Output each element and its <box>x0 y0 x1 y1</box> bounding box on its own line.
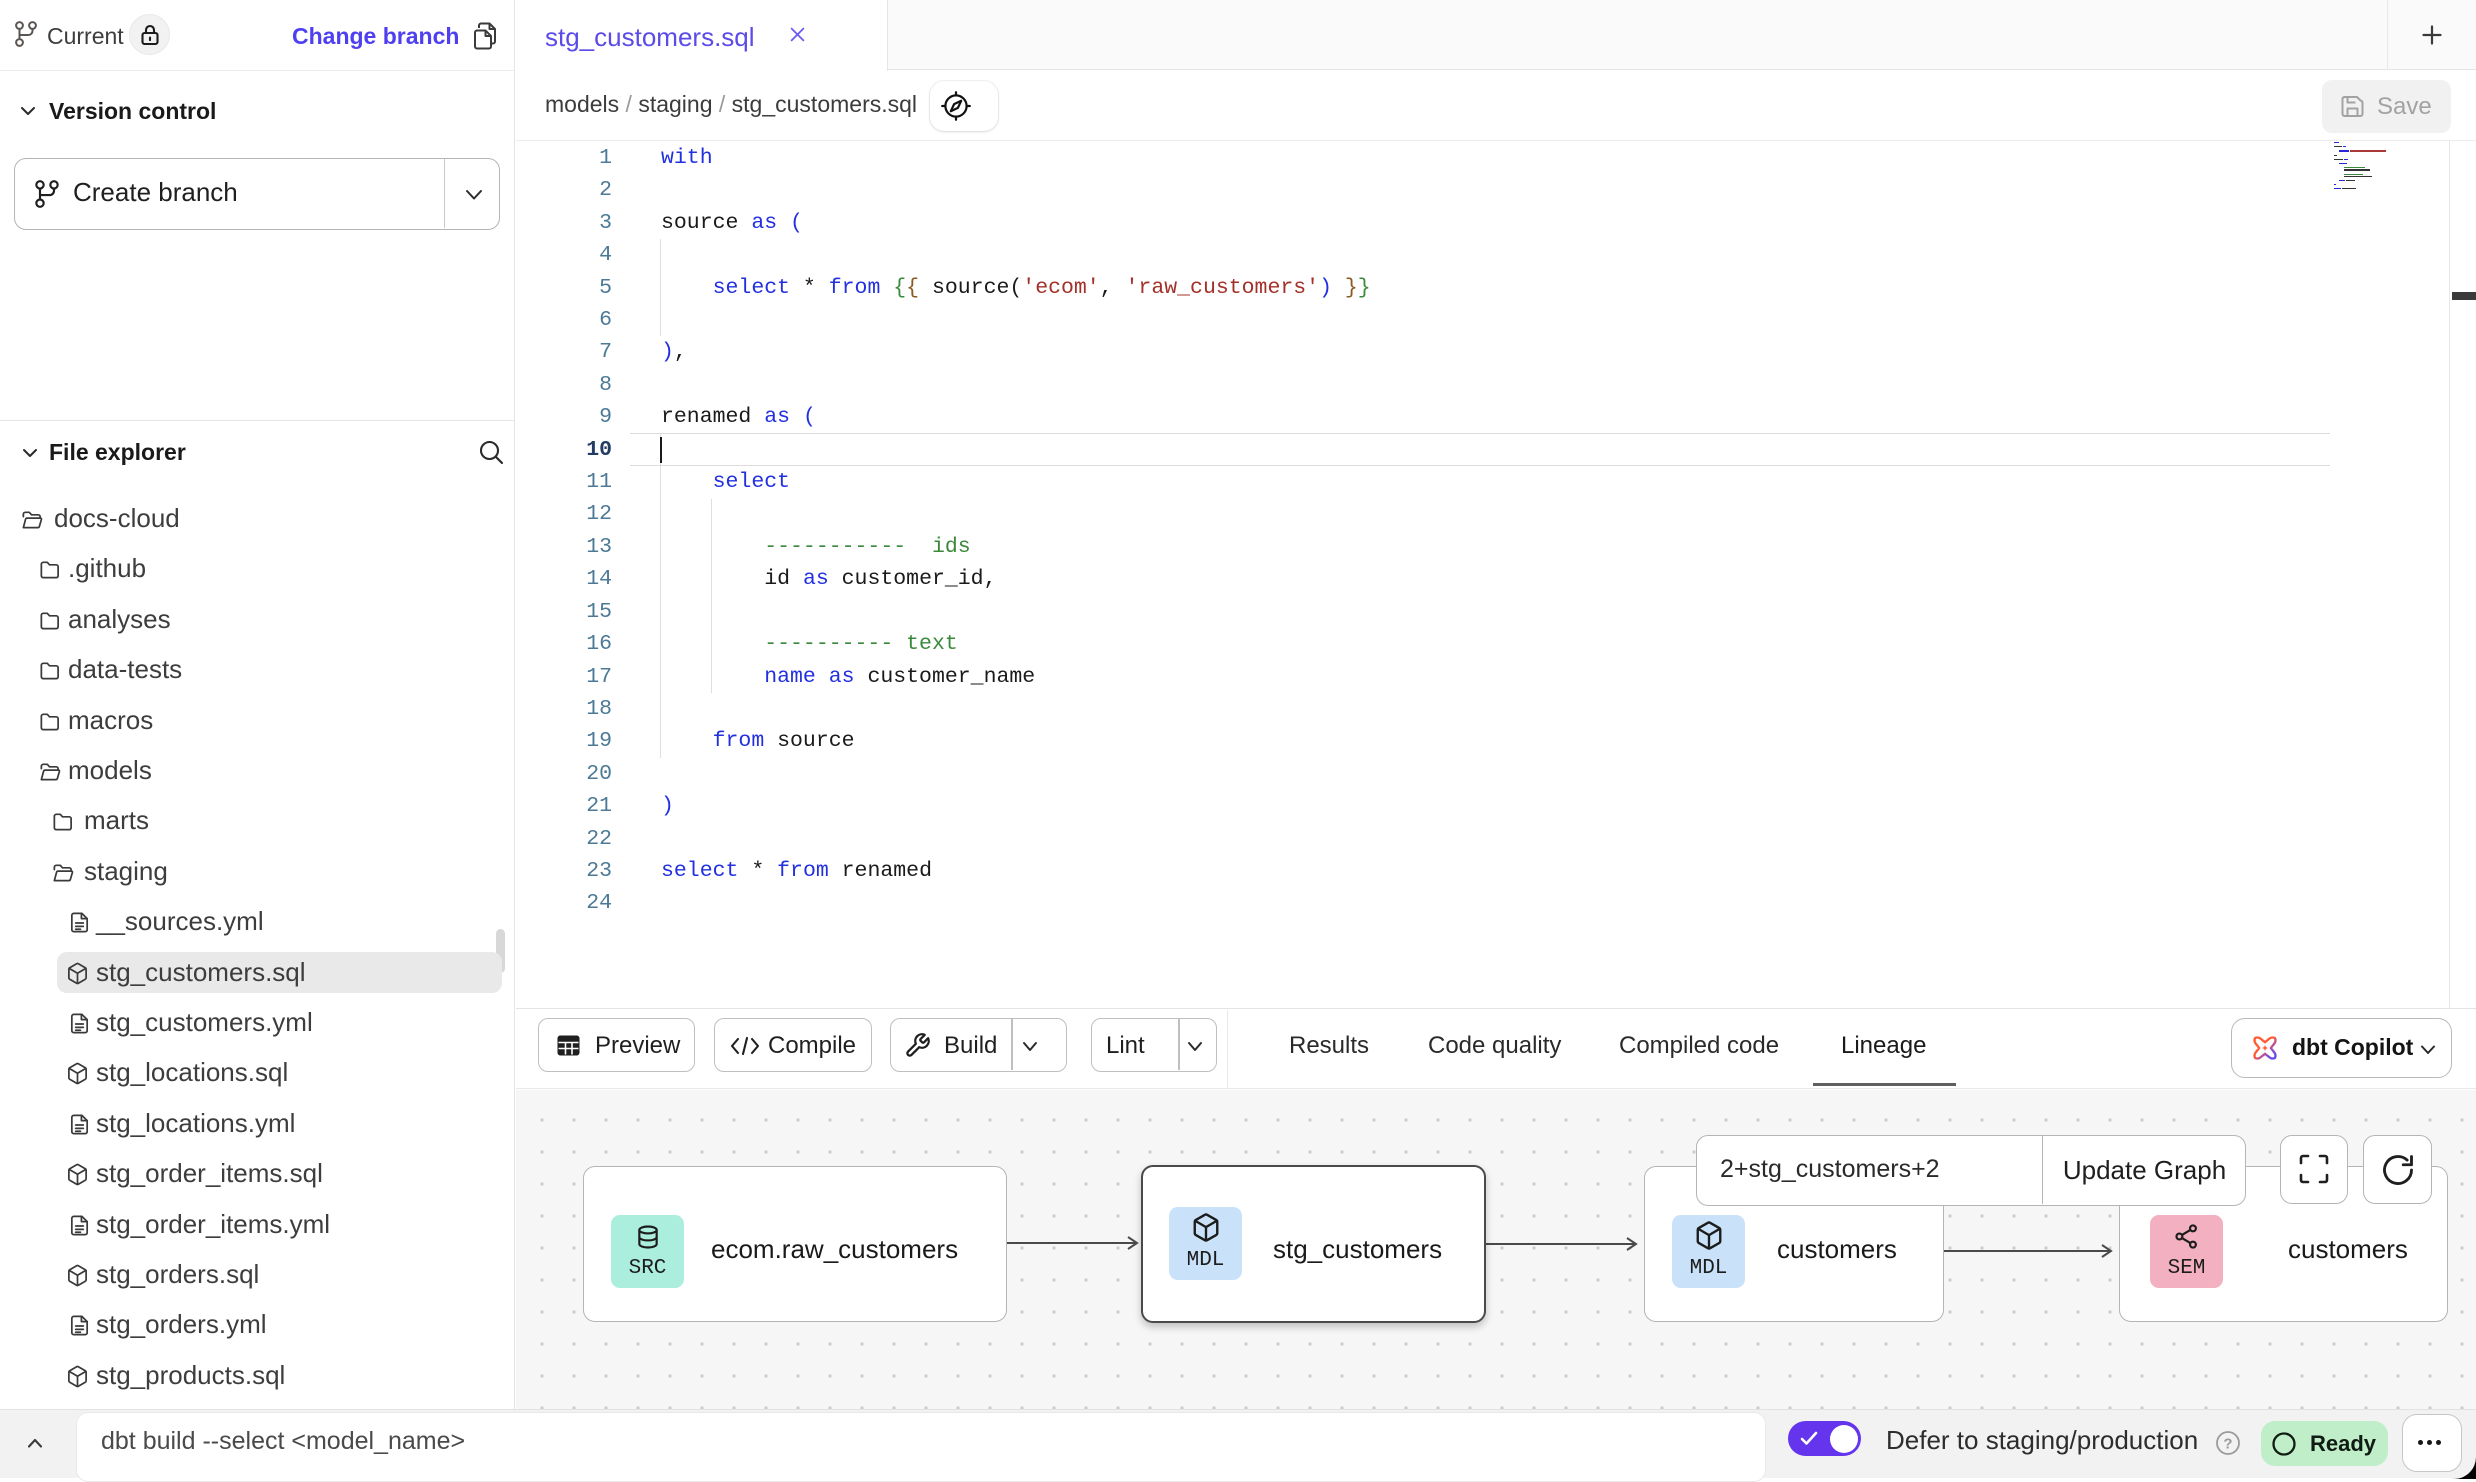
svg-text:?: ? <box>2223 1436 2232 1453</box>
